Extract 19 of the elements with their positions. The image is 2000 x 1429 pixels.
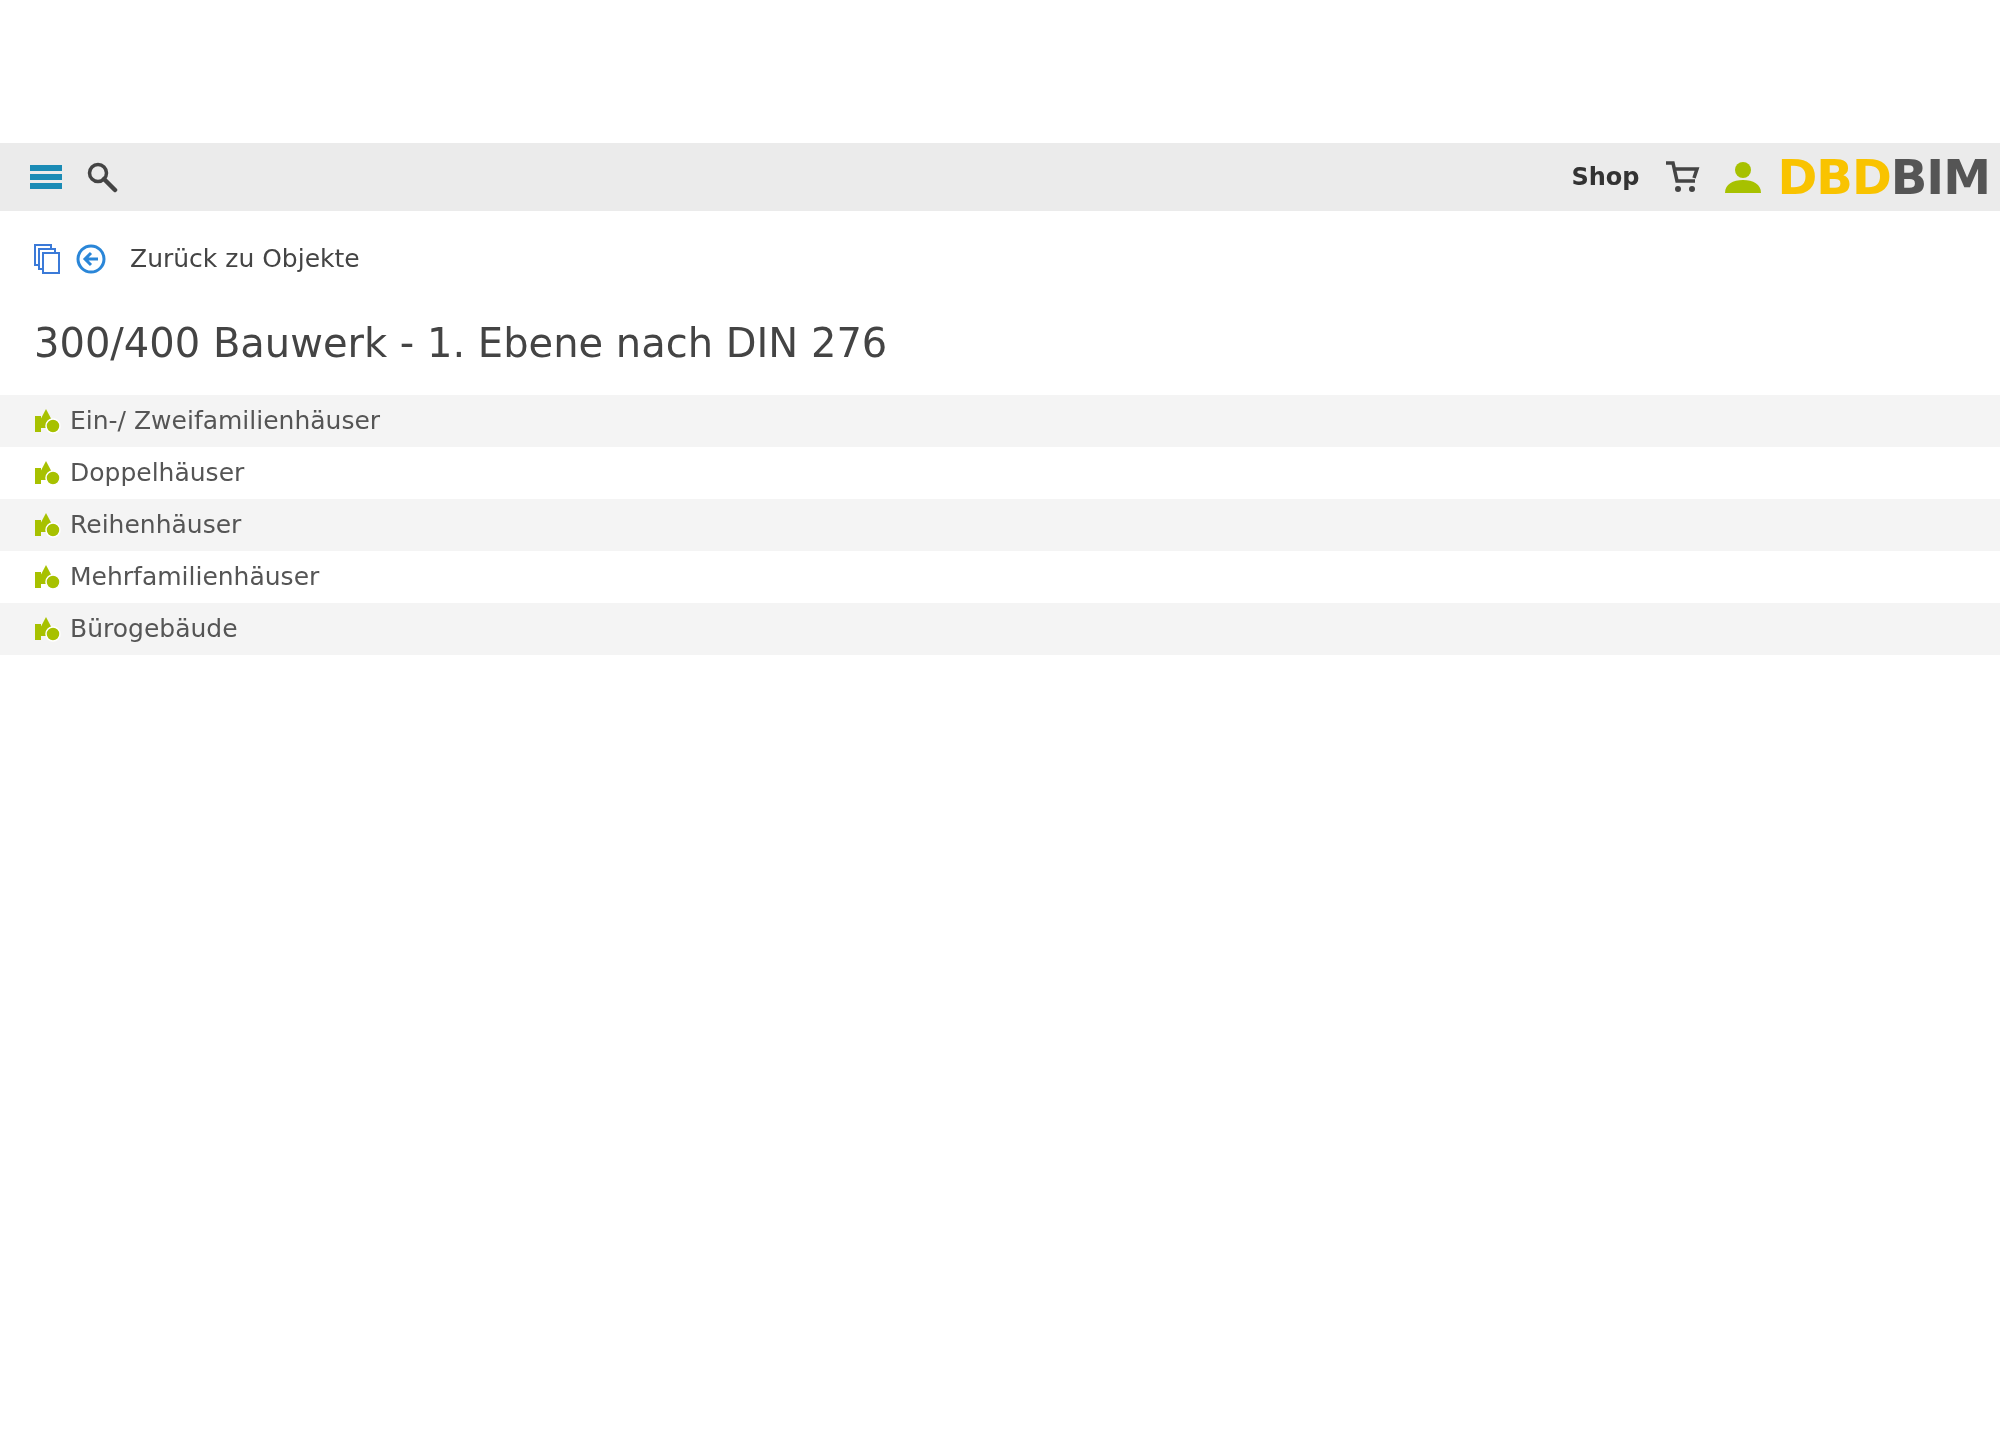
shapes-icon: [34, 460, 62, 486]
search-icon[interactable]: [86, 161, 118, 193]
menu-icon[interactable]: [30, 165, 62, 189]
list-item-link[interactable]: Bürogebäude: [70, 610, 238, 648]
shapes-icon: [34, 408, 62, 434]
cart-icon[interactable]: [1663, 160, 1700, 194]
list-item-link[interactable]: Doppelhäuser: [70, 454, 245, 492]
shop-link[interactable]: Shop: [1571, 159, 1640, 195]
back-link[interactable]: Zurück zu Objekte: [130, 240, 360, 278]
list-item-link[interactable]: Ein-/ Zweifamilienhäuser: [70, 402, 381, 440]
back-arrow-icon[interactable]: [76, 244, 106, 274]
logo: DBDBIM: [1777, 153, 1990, 201]
list-item-link[interactable]: Reihenhäuser: [70, 506, 242, 544]
shapes-icon: [34, 512, 62, 538]
page-title: 300/400 Bauwerk - 1. Ebene nach DIN 276: [34, 319, 889, 367]
copy-icon[interactable]: [34, 244, 60, 274]
shapes-icon: [34, 616, 62, 642]
shapes-icon: [34, 564, 62, 590]
list-item-link[interactable]: Mehrfamilienhäuser: [70, 558, 320, 596]
